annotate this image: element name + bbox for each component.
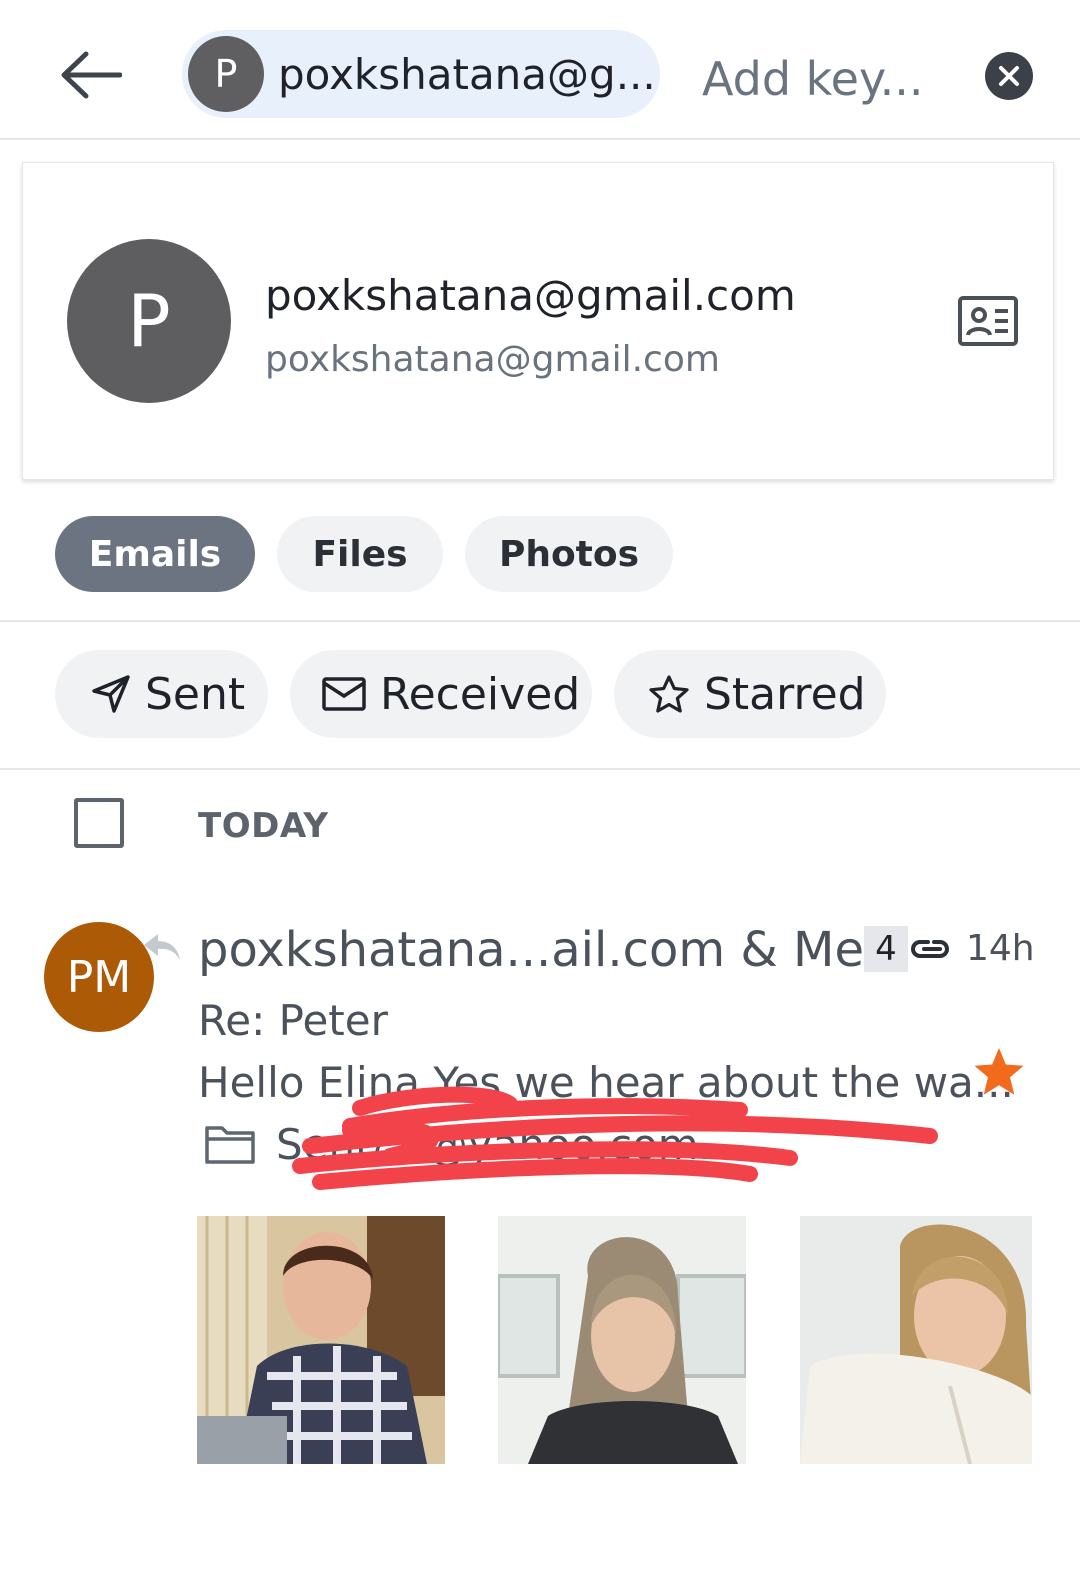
contact-card-icon[interactable]	[957, 295, 1019, 347]
send-icon	[92, 675, 130, 713]
envelope-icon	[322, 677, 366, 711]
filter-sent-label: Sent	[145, 668, 246, 720]
filter-starred-label: Starred	[704, 668, 866, 720]
star-outline-icon	[649, 675, 689, 713]
message-row[interactable]: PM poxkshatana...ail.com & Me 4 14h Re: …	[0, 900, 1080, 1480]
sender-avatar: PM	[44, 922, 154, 1032]
chip-avatar: P	[188, 36, 264, 112]
filter-starred[interactable]: Starred	[614, 650, 886, 738]
filter-sent[interactable]: Sent	[55, 650, 268, 738]
replied-icon	[144, 934, 180, 960]
tab-emails[interactable]: Emails	[55, 516, 255, 592]
message-subject: Re: Peter	[198, 996, 388, 1045]
contact-card: P poxkshatana@gmail.com poxkshatana@gmai…	[22, 162, 1054, 480]
attachment-icon	[911, 940, 949, 958]
filter-received-label: Received	[380, 668, 581, 720]
clear-search-button[interactable]	[985, 52, 1033, 100]
result-type-tabs: Emails Files Photos	[0, 500, 1080, 622]
tab-photos[interactable]: Photos	[465, 516, 673, 592]
message-time: 14h	[966, 928, 1035, 969]
search-header: P poxkshatana@g...	[0, 0, 1080, 140]
tab-files[interactable]: Files	[277, 516, 443, 592]
thread-count-badge: 4	[864, 926, 908, 972]
filter-bar: Sent Received Starred	[0, 624, 1080, 770]
arrow-left-icon	[61, 51, 122, 99]
message-sender: poxkshatana...ail.com & Me	[198, 922, 864, 978]
folder-icon	[205, 1126, 255, 1164]
close-icon	[999, 66, 1019, 86]
select-all-checkbox[interactable]	[74, 798, 124, 848]
section-label-today: TODAY	[198, 806, 329, 846]
redaction-scribble	[292, 1086, 938, 1190]
star-filled-icon[interactable]	[972, 1046, 1026, 1098]
contact-name: poxkshatana@gmail.com	[265, 271, 796, 320]
contact-email: poxkshatana@gmail.com	[265, 339, 720, 380]
photo-thumbnail-2[interactable]	[498, 1216, 746, 1464]
keyword-search-input[interactable]	[702, 44, 942, 114]
filter-received[interactable]: Received	[290, 650, 592, 738]
photo-thumbnail-1[interactable]	[197, 1216, 445, 1464]
contact-avatar: P	[67, 239, 231, 403]
search-contact-chip[interactable]: P poxkshatana@g...	[182, 30, 660, 118]
back-button[interactable]	[58, 45, 124, 105]
photo-thumbnail-3[interactable]	[800, 1216, 1032, 1464]
chip-label: poxkshatana@g...	[278, 49, 656, 99]
